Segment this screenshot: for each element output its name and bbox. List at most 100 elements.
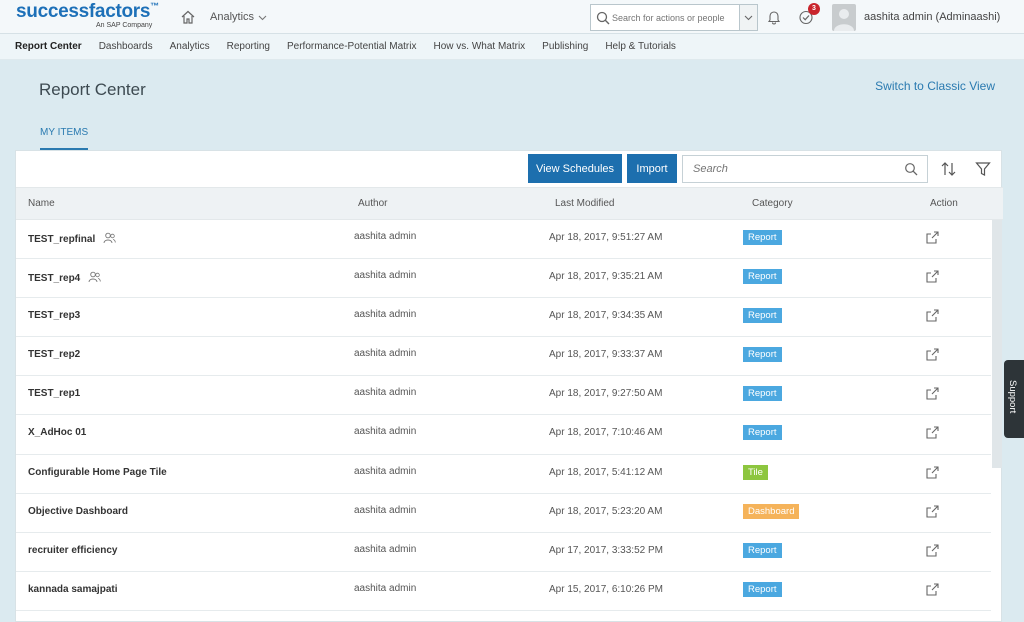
category-badge: Report — [743, 230, 782, 245]
report-name[interactable]: TEST_rep2 — [28, 349, 80, 360]
report-author: aashita admin — [354, 348, 417, 360]
report-name[interactable]: TEST_rep1 — [28, 388, 80, 399]
tab-my-items[interactable]: MY ITEMS — [40, 127, 89, 150]
report-author: aashita admin — [354, 543, 417, 555]
report-name[interactable]: X_AdHoc 01 — [28, 427, 86, 438]
report-name-cell[interactable]: X_AdHoc 01 — [28, 427, 86, 438]
report-name[interactable]: Objective Dashboard — [28, 506, 128, 517]
report-last-modified: Apr 18, 2017, 9:35:21 AM — [549, 271, 663, 283]
company-logo[interactable]: successfactors™ An SAP Company — [16, 1, 159, 30]
filter-icon[interactable] — [975, 161, 991, 177]
report-name[interactable]: TEST_repfinal — [28, 234, 95, 245]
column-header-last-modified[interactable]: Last Modified — [555, 198, 614, 209]
share-action-icon[interactable] — [926, 466, 942, 482]
report-name[interactable]: TEST_rep3 — [28, 310, 80, 321]
report-name-cell[interactable]: TEST_rep1 — [28, 388, 80, 399]
table-body: TEST_repfinal aashita admin Apr 18, 2017… — [16, 220, 991, 611]
chevron-down-icon — [258, 15, 267, 20]
category-cell: Report — [743, 230, 782, 245]
report-name-cell[interactable]: recruiter efficiency — [28, 545, 118, 556]
share-action-icon[interactable] — [926, 583, 942, 599]
import-button[interactable]: Import — [627, 154, 677, 183]
share-action-icon[interactable] — [926, 544, 942, 560]
table-scrollbar[interactable] — [992, 220, 1002, 468]
report-name[interactable]: TEST_rep4 — [28, 273, 80, 284]
table-row[interactable]: TEST_rep4 aashita admin Apr 18, 2017, 9:… — [16, 259, 991, 299]
nav-item-report-center[interactable]: Report Center — [15, 41, 82, 52]
home-icon[interactable] — [180, 9, 196, 25]
share-action-icon[interactable] — [926, 270, 942, 286]
todo-count-badge: 3 — [808, 3, 820, 15]
share-action-icon[interactable] — [926, 309, 942, 325]
nav-item-publishing[interactable]: Publishing — [542, 41, 588, 52]
nav-item-reporting[interactable]: Reporting — [227, 41, 270, 52]
category-cell: Tile — [743, 464, 768, 480]
shared-people-icon — [88, 271, 101, 286]
category-cell: Report — [743, 425, 782, 441]
category-cell: Report — [743, 308, 782, 324]
report-name-cell[interactable]: TEST_rep2 — [28, 349, 80, 360]
search-icon[interactable] — [904, 162, 919, 177]
nav-item-performance-potential-matrix[interactable]: Performance-Potential Matrix — [287, 41, 417, 52]
share-action-icon[interactable] — [926, 426, 942, 442]
share-action-icon[interactable] — [926, 231, 942, 247]
support-tab[interactable]: Support — [1004, 360, 1024, 438]
global-search-input[interactable] — [612, 12, 732, 23]
table-row[interactable]: TEST_rep1 aashita admin Apr 18, 2017, 9:… — [16, 376, 991, 416]
category-badge: Report — [743, 308, 782, 324]
report-author: aashita admin — [354, 426, 417, 438]
category-badge: Report — [743, 581, 782, 597]
column-header-category[interactable]: Category — [752, 198, 793, 209]
table-row[interactable]: X_AdHoc 01 aashita admin Apr 18, 2017, 7… — [16, 415, 991, 455]
avatar[interactable] — [832, 4, 856, 31]
user-name[interactable]: aashita admin (Adminaashi) — [864, 11, 1000, 23]
module-nav: Report Center Dashboards Analytics Repor… — [0, 34, 1024, 60]
category-badge: Report — [743, 347, 782, 363]
report-author: aashita admin — [354, 465, 417, 477]
table-row[interactable]: Configurable Home Page Tile aashita admi… — [16, 455, 991, 494]
table-row[interactable]: Objective Dashboard aashita admin Apr 18… — [16, 494, 991, 533]
nav-item-analytics[interactable]: Analytics — [170, 41, 210, 52]
column-header-author[interactable]: Author — [358, 198, 387, 209]
share-action-icon[interactable] — [926, 348, 942, 364]
report-name-cell[interactable]: Configurable Home Page Tile — [28, 467, 167, 478]
report-name[interactable]: recruiter efficiency — [28, 545, 118, 556]
table-row[interactable]: TEST_rep2 aashita admin Apr 18, 2017, 9:… — [16, 337, 991, 377]
report-list-panel: View Schedules Import Name Author Last M… — [15, 150, 1003, 622]
report-name-cell[interactable]: TEST_rep4 — [28, 271, 101, 286]
report-name[interactable]: Configurable Home Page Tile — [28, 467, 167, 478]
category-badge: Tile — [743, 464, 768, 480]
share-action-icon[interactable] — [926, 387, 942, 403]
category-badge: Report — [743, 386, 782, 402]
column-header-name[interactable]: Name — [28, 198, 55, 209]
report-name-cell[interactable]: Objective Dashboard — [28, 506, 128, 517]
report-name[interactable]: kannada samajpati — [28, 584, 117, 595]
nav-item-dashboards[interactable]: Dashboards — [99, 41, 153, 52]
report-last-modified: Apr 17, 2017, 3:33:52 PM — [549, 544, 663, 556]
view-schedules-button[interactable]: View Schedules — [528, 154, 622, 183]
table-search-input[interactable] — [693, 163, 893, 175]
report-name-cell[interactable]: TEST_rep3 — [28, 310, 80, 321]
table-row[interactable]: kannada samajpati aashita admin Apr 15, … — [16, 572, 991, 611]
report-name-cell[interactable]: TEST_repfinal — [28, 232, 116, 247]
nav-item-help-tutorials[interactable]: Help & Tutorials — [605, 41, 676, 52]
switch-classic-view-link[interactable]: Switch to Classic View — [875, 79, 995, 93]
notification-bell-icon[interactable] — [766, 9, 782, 25]
report-last-modified: Apr 18, 2017, 9:51:27 AM — [549, 232, 663, 243]
report-author: aashita admin — [354, 309, 417, 321]
search-scope-dropdown[interactable] — [739, 5, 757, 30]
nav-item-how-vs-what-matrix[interactable]: How vs. What Matrix — [433, 41, 525, 52]
category-badge: Report — [743, 425, 782, 441]
share-action-icon[interactable] — [926, 505, 942, 521]
sort-icon[interactable] — [940, 160, 958, 178]
module-switcher[interactable]: Analytics — [210, 11, 267, 23]
table-row[interactable]: TEST_repfinal aashita admin Apr 18, 2017… — [16, 220, 991, 260]
logo-text: successfactors — [16, 1, 151, 22]
report-author: aashita admin — [354, 231, 417, 242]
table-row[interactable]: recruiter efficiency aashita admin Apr 1… — [16, 533, 991, 572]
category-cell: Report — [743, 269, 782, 285]
report-author: aashita admin — [354, 582, 417, 594]
table-row[interactable]: TEST_rep3 aashita admin Apr 18, 2017, 9:… — [16, 298, 991, 338]
report-name-cell[interactable]: kannada samajpati — [28, 584, 117, 595]
global-search — [590, 4, 758, 31]
